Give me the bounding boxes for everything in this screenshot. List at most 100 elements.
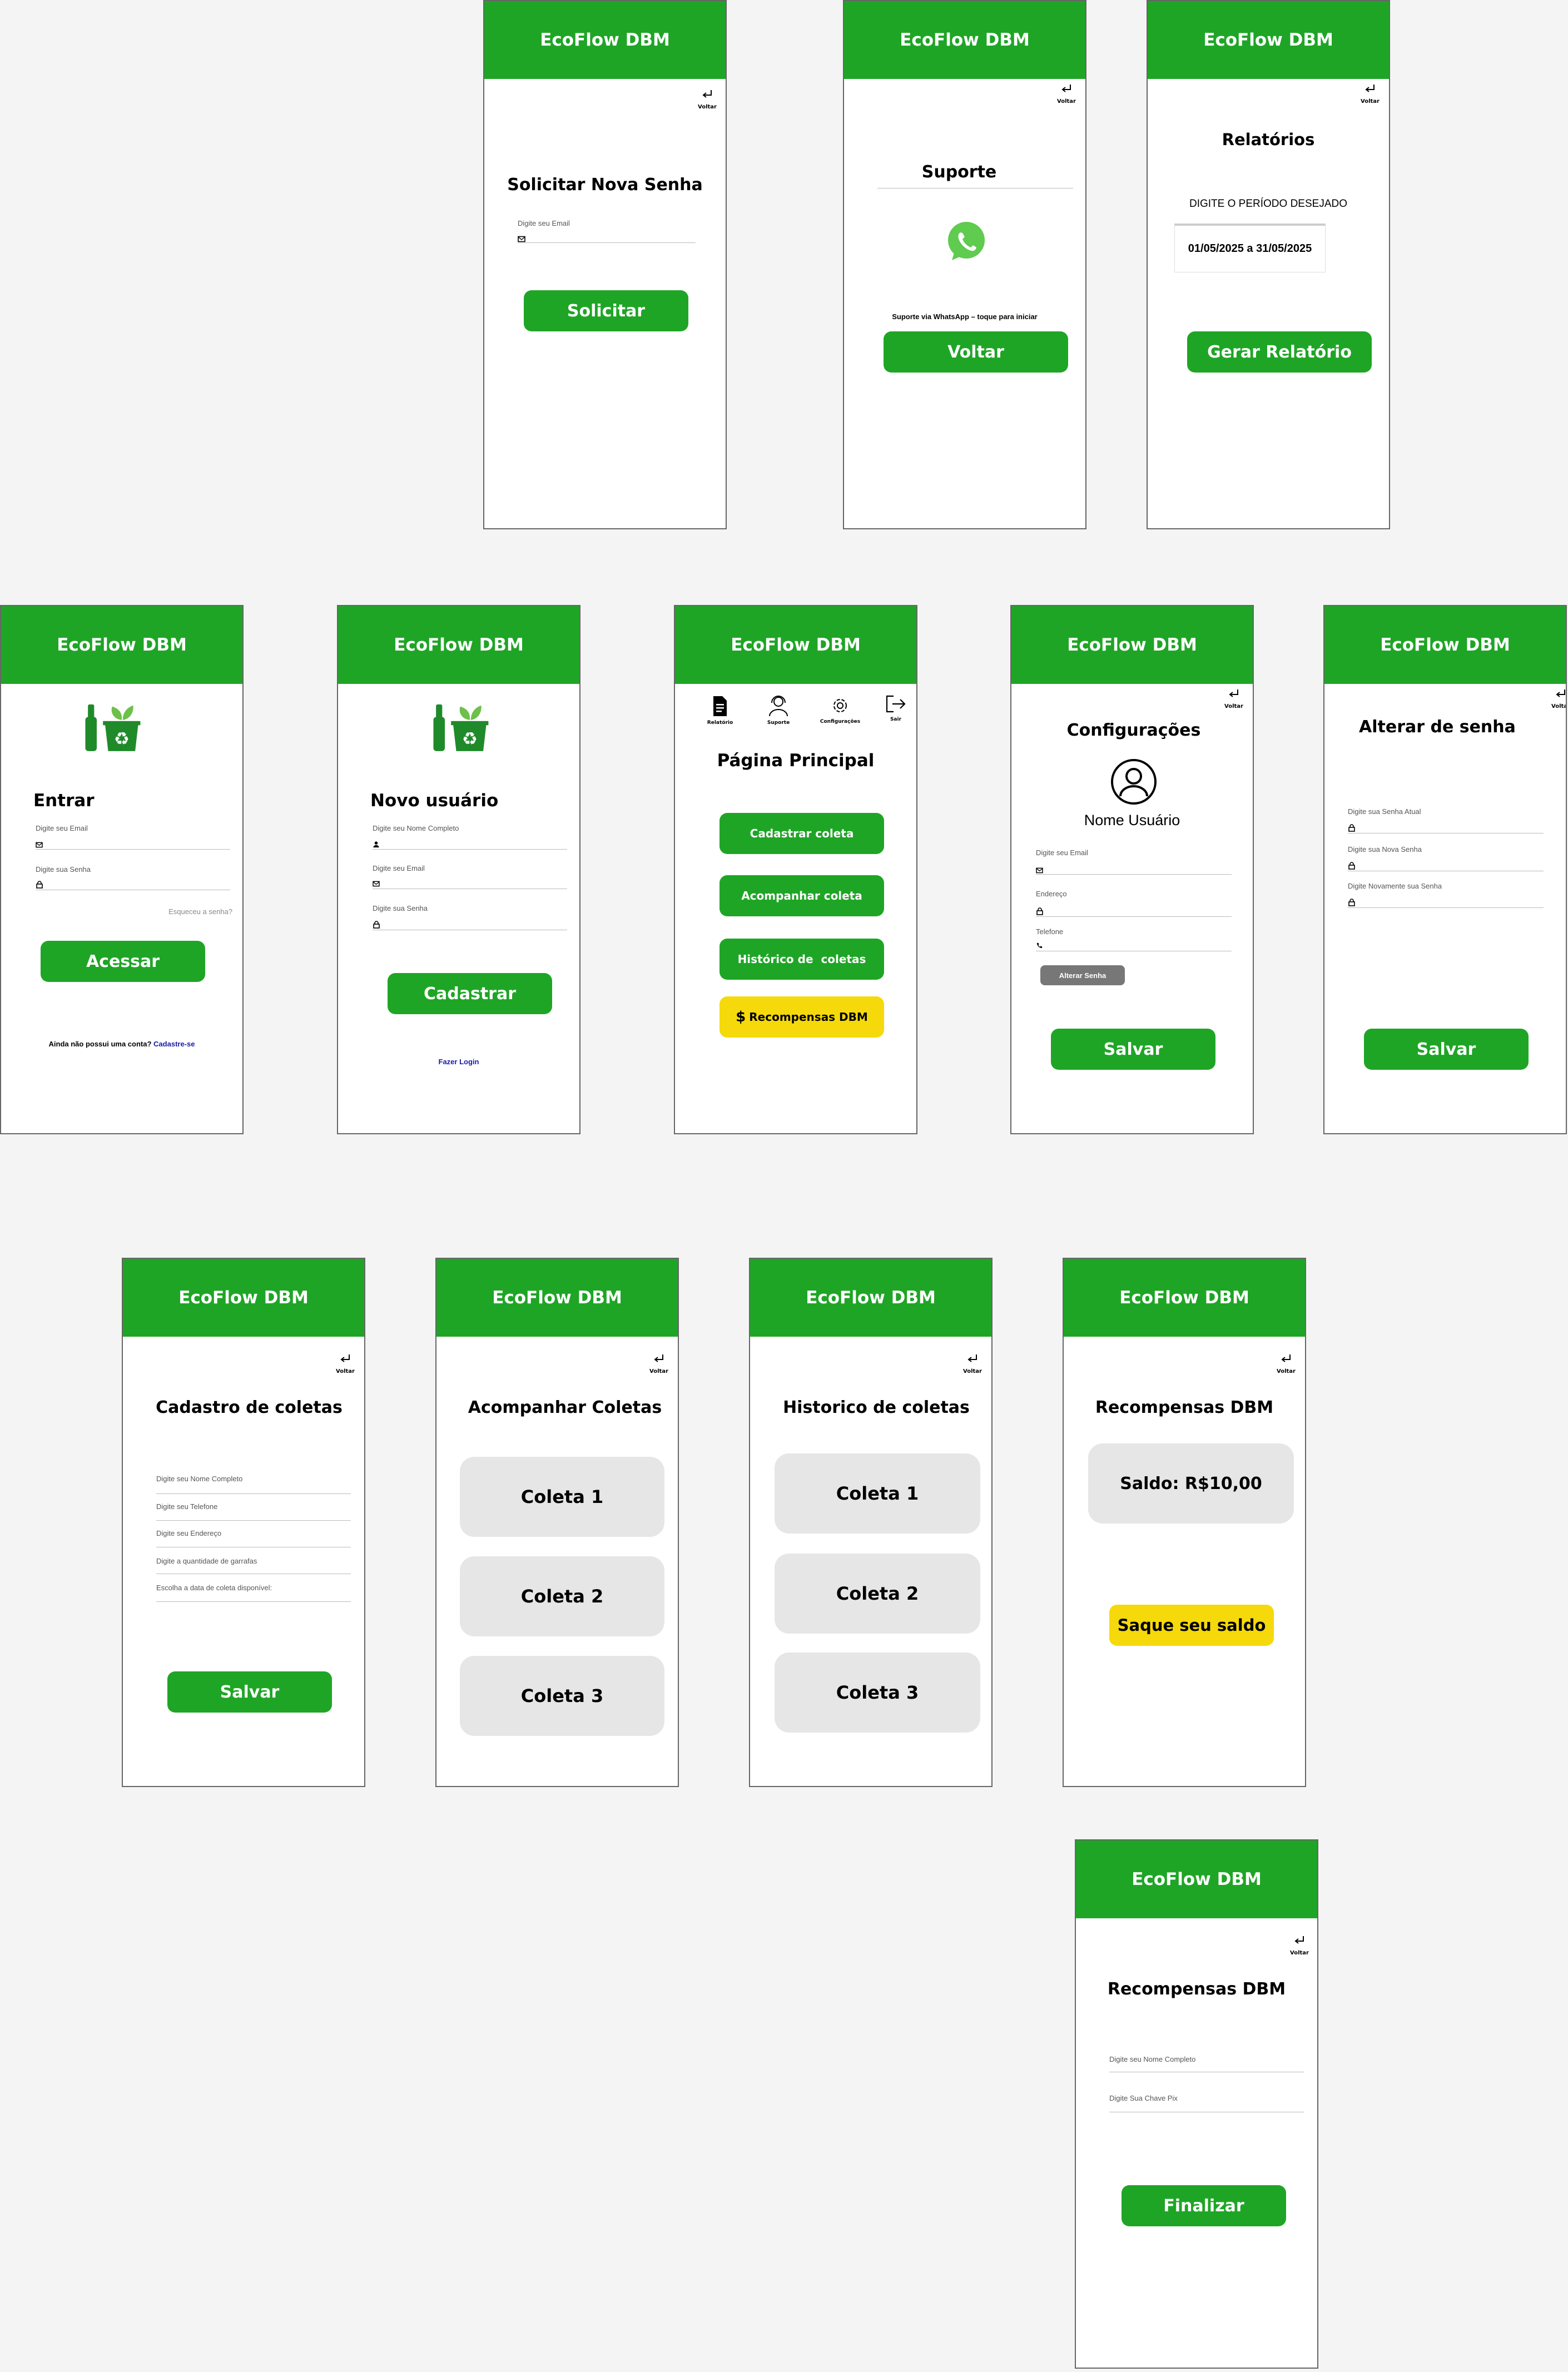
repeat-password-field[interactable] (1348, 907, 1544, 908)
login-link[interactable]: Fazer Login (338, 1058, 579, 1066)
email-field[interactable] (36, 849, 230, 850)
voltar-button[interactable]: Voltar (648, 1352, 670, 1374)
voltar-button[interactable]: Voltar (1550, 687, 1566, 709)
salvar-button[interactable]: Salvar (1051, 1029, 1215, 1070)
voltar-button[interactable]: Voltar (961, 1352, 984, 1374)
name-field[interactable] (373, 849, 567, 850)
repeat-password-label: Digite Novamente sua Senha (1348, 882, 1442, 890)
page-title: Relatórios (1222, 130, 1315, 149)
solicitar-button[interactable]: Solicitar (524, 290, 688, 331)
app-header: EcoFlow DBM (1324, 606, 1566, 684)
page-title: Suporte (921, 162, 997, 182)
nav-configuracoes-label: Configurações (820, 719, 861, 724)
voltar-label: Voltar (1361, 98, 1380, 105)
app-header: EcoFlow DBM (484, 1, 726, 79)
app-header: EcoFlow DBM (844, 1, 1085, 79)
screen-acompanhar-coletas: EcoFlow DBM Voltar Acompanhar Coletas Co… (435, 1258, 679, 1787)
address-field[interactable] (1036, 916, 1232, 917)
voltar-button[interactable]: Voltar (1275, 1352, 1297, 1374)
gear-icon (833, 699, 847, 712)
screen-configuracoes: EcoFlow DBM Voltar Configurações Nome Us… (1010, 605, 1254, 1134)
coleta-card[interactable]: Coleta 3 (460, 1656, 664, 1736)
lock-icon (36, 881, 43, 889)
voltar-label: Voltar (963, 1368, 982, 1374)
nav-sair[interactable]: Sair (871, 694, 916, 722)
signup-prompt: Ainda não possui uma conta? Cadastre-se (1, 1040, 242, 1048)
gerar-relatorio-button[interactable]: Gerar Relatório (1187, 331, 1372, 373)
app-header: EcoFlow DBM (675, 606, 916, 684)
email-field[interactable] (518, 242, 696, 243)
signup-link[interactable]: Cadastre-se (153, 1040, 195, 1048)
nav-relatorio[interactable]: Relatório (695, 695, 745, 726)
app-header: EcoFlow DBM (1, 606, 242, 684)
page-title: Novo usuário (370, 791, 499, 811)
phone-field[interactable] (156, 1520, 351, 1521)
mail-icon (373, 881, 380, 887)
coleta-card[interactable]: Coleta 1 (775, 1453, 980, 1534)
password-label: Digite sua Senha (36, 865, 91, 874)
voltar-label: Voltar (1224, 703, 1243, 709)
app-header: EcoFlow DBM (1064, 1259, 1305, 1337)
coleta-card[interactable]: Coleta 2 (460, 1556, 664, 1636)
collection-date-field[interactable] (156, 1601, 351, 1602)
voltar-label: Voltar (1290, 1950, 1309, 1956)
historico-coletas-button[interactable]: Histórico de coletas (720, 939, 884, 980)
document-icon (713, 696, 727, 716)
voltar-button[interactable]: Voltar (1055, 82, 1078, 105)
screen-saque: EcoFlow DBM Voltar Recompensas DBM Digit… (1075, 1839, 1318, 2369)
acessar-button[interactable]: Acessar (41, 941, 205, 982)
screen-login: EcoFlow DBM Entrar Digite seu Email Digi… (0, 605, 244, 1134)
name-field[interactable] (156, 1493, 351, 1494)
email-label: Digite seu Email (373, 864, 425, 872)
back-arrow-icon (1279, 1352, 1293, 1366)
page-title: Historico de coletas (783, 1398, 970, 1417)
coleta-card[interactable]: Coleta 1 (460, 1457, 664, 1537)
screen-novo-usuario: EcoFlow DBM Novo usuário Digite seu Nome… (337, 605, 580, 1134)
no-account-text: Ainda não possui uma conta? (48, 1040, 152, 1048)
user-avatar-icon (1111, 759, 1157, 805)
period-prompt: DIGITE O PERÍODO DESEJADO (1189, 198, 1347, 210)
voltar-label: Voltar (1551, 703, 1566, 709)
support-agent-icon (769, 696, 788, 717)
voltar-label: Voltar (698, 104, 717, 110)
page-title: Página Principal (717, 751, 875, 771)
nav-suporte-label: Suporte (767, 720, 790, 726)
forgot-password-link[interactable]: Esqueceu a senha? (168, 907, 232, 916)
address-label: Endereço (1036, 890, 1067, 898)
salvar-button[interactable]: Salvar (1364, 1029, 1529, 1070)
page-title: Cadastro de coletas (156, 1398, 343, 1417)
recompensas-button[interactable]: $ Recompensas DBM (720, 996, 884, 1038)
recompensas-label: Recompensas DBM (749, 1010, 868, 1024)
period-input[interactable]: 01/05/2025 a 31/05/2025 (1174, 224, 1326, 272)
voltar-main-button[interactable]: Voltar (884, 331, 1068, 373)
cadastrar-button[interactable]: Cadastrar (388, 973, 552, 1014)
nav-relatorio-label: Relatório (707, 720, 733, 726)
coleta-card[interactable]: Coleta 3 (775, 1653, 980, 1733)
voltar-label: Voltar (649, 1368, 668, 1374)
period-value: 01/05/2025 a 31/05/2025 (1188, 242, 1312, 255)
finalizar-button[interactable]: Finalizar (1122, 2185, 1286, 2226)
voltar-button[interactable]: Voltar (1359, 82, 1381, 105)
back-arrow-icon (1060, 82, 1073, 96)
screen-cadastro-coletas: EcoFlow DBM Voltar Cadastro de coletas D… (122, 1258, 365, 1787)
email-label: Digite seu Email (36, 824, 88, 832)
alterar-senha-button[interactable]: Alterar Senha (1040, 965, 1125, 985)
voltar-label: Voltar (1057, 98, 1076, 105)
coleta-card[interactable]: Coleta 2 (775, 1554, 980, 1634)
voltar-button[interactable]: Voltar (696, 88, 718, 110)
mail-icon (1036, 867, 1043, 874)
voltar-button[interactable]: Voltar (1288, 1934, 1311, 1956)
lock-icon (373, 921, 380, 929)
salvar-button[interactable]: Salvar (167, 1671, 332, 1713)
voltar-button[interactable]: Voltar (1223, 687, 1245, 709)
screen-relatorios: EcoFlow DBM Voltar Relatórios DIGITE O P… (1147, 0, 1390, 529)
whatsapp-icon[interactable] (945, 220, 988, 262)
form-field-label: Digite seu Telefone (156, 1502, 218, 1511)
nav-suporte[interactable]: Suporte (753, 694, 803, 726)
saque-button[interactable]: Saque seu saldo (1109, 1605, 1274, 1646)
acompanhar-coleta-button[interactable]: Acompanhar coleta (720, 875, 884, 916)
email-field[interactable] (1036, 874, 1232, 875)
cadastrar-coleta-button[interactable]: Cadastrar coleta (720, 813, 884, 854)
voltar-button[interactable]: Voltar (334, 1352, 356, 1374)
nav-configuracoes[interactable]: Configurações (815, 695, 865, 724)
